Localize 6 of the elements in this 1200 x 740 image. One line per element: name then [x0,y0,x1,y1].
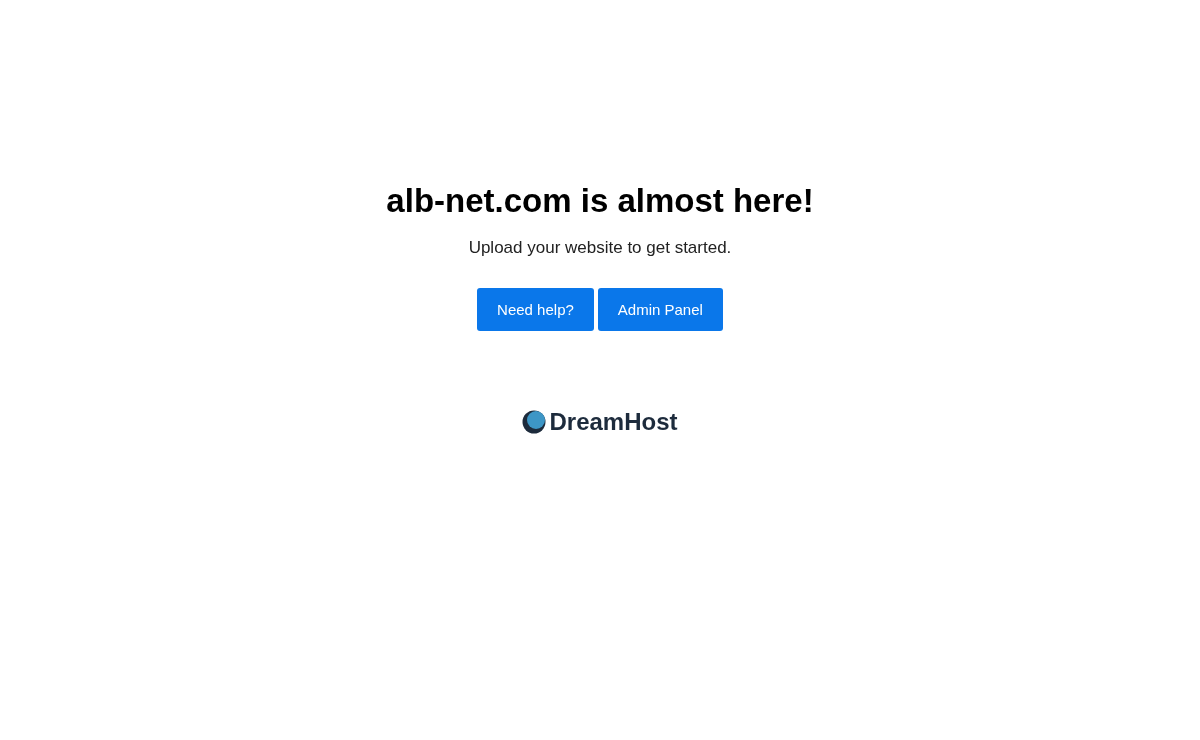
page-heading: alb-net.com is almost here! [386,181,814,221]
action-button[interactable]: Need help? [477,288,594,331]
action-button[interactable]: Admin Panel [597,288,723,331]
logo-text: DreamHost [549,408,678,436]
moon-icon [522,410,547,434]
subtitle: Upload your website to get started. [468,237,732,259]
